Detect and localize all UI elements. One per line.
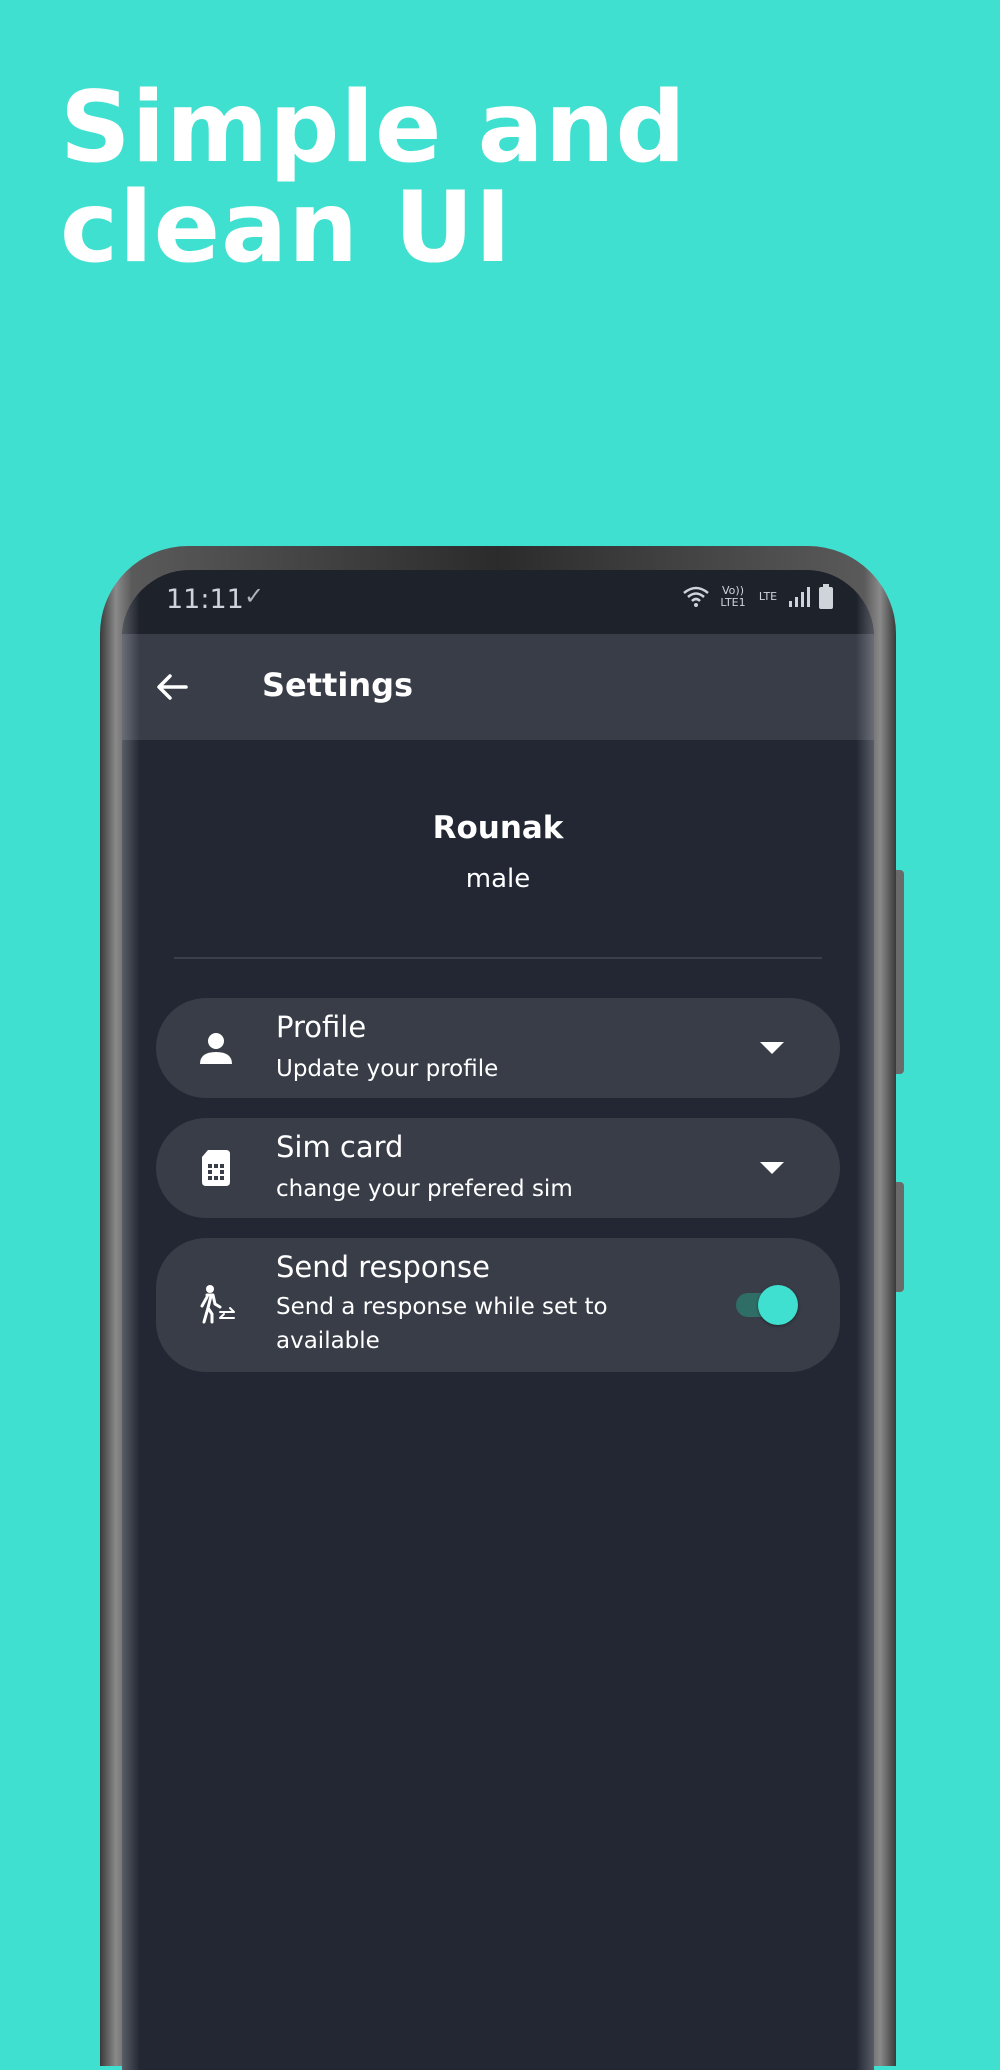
settings-item-subtitle: Send a response while set to available	[276, 1294, 608, 1354]
phone-volume-button	[896, 870, 904, 1074]
app-bar: Settings	[122, 634, 874, 740]
settings-item-title: Send response	[276, 1250, 490, 1284]
settings-item-send-response[interactable]: Send response Send a response while set …	[156, 1238, 840, 1372]
wifi-icon	[683, 586, 709, 607]
divider	[174, 957, 822, 959]
settings-item-title: Profile	[276, 1010, 367, 1044]
battery-icon	[819, 584, 833, 609]
caret-down-icon[interactable]	[758, 1160, 786, 1176]
user-name: Rounak	[432, 810, 564, 846]
check-icon: ✓	[244, 582, 265, 610]
back-button[interactable]	[152, 667, 192, 707]
screen-edge-shade	[856, 570, 874, 2070]
walking-transfer-icon	[200, 1285, 235, 1324]
headline-line-2: clean UI	[60, 171, 513, 285]
status-icons: Vo)) LTE1 LTE	[682, 584, 834, 610]
settings-item-subtitle: Update your profile	[276, 1056, 499, 1082]
settings-item-title: Sim card	[276, 1130, 404, 1164]
status-bar: 11:11 ✓ Vo)) LTE1 LTE	[122, 570, 874, 634]
person-icon	[200, 1033, 232, 1064]
headline-line-1: Simple and	[60, 71, 687, 185]
settings-item-profile[interactable]: Profile Update your profile	[156, 998, 840, 1098]
promo-headline: Simple and clean UI	[60, 78, 760, 278]
page-title: Settings	[262, 666, 414, 704]
status-time: 11:11	[166, 584, 244, 615]
phone-power-button	[896, 1182, 904, 1292]
volte-indicator: Vo)) LTE1	[720, 584, 746, 609]
send-response-toggle[interactable]	[736, 1285, 798, 1325]
caret-down-icon[interactable]	[758, 1040, 786, 1056]
settings-item-subtitle: change your prefered sim	[276, 1176, 573, 1202]
arrow-left-icon	[157, 674, 188, 700]
toggle-thumb	[758, 1285, 798, 1325]
settings-item-sim-card[interactable]: Sim card change your prefered sim	[156, 1118, 840, 1218]
signal-icon	[789, 587, 810, 607]
screen-edge-shade	[122, 570, 140, 2070]
user-gender: male	[465, 864, 531, 894]
phone-frame: 11:11 ✓ Vo)) LTE1 LTE Settings Rounak ma…	[100, 546, 904, 2070]
phone-screen: 11:11 ✓ Vo)) LTE1 LTE Settings Rounak ma…	[122, 570, 874, 2070]
sim-card-icon	[202, 1150, 230, 1186]
lte-indicator: LTE	[758, 590, 778, 603]
